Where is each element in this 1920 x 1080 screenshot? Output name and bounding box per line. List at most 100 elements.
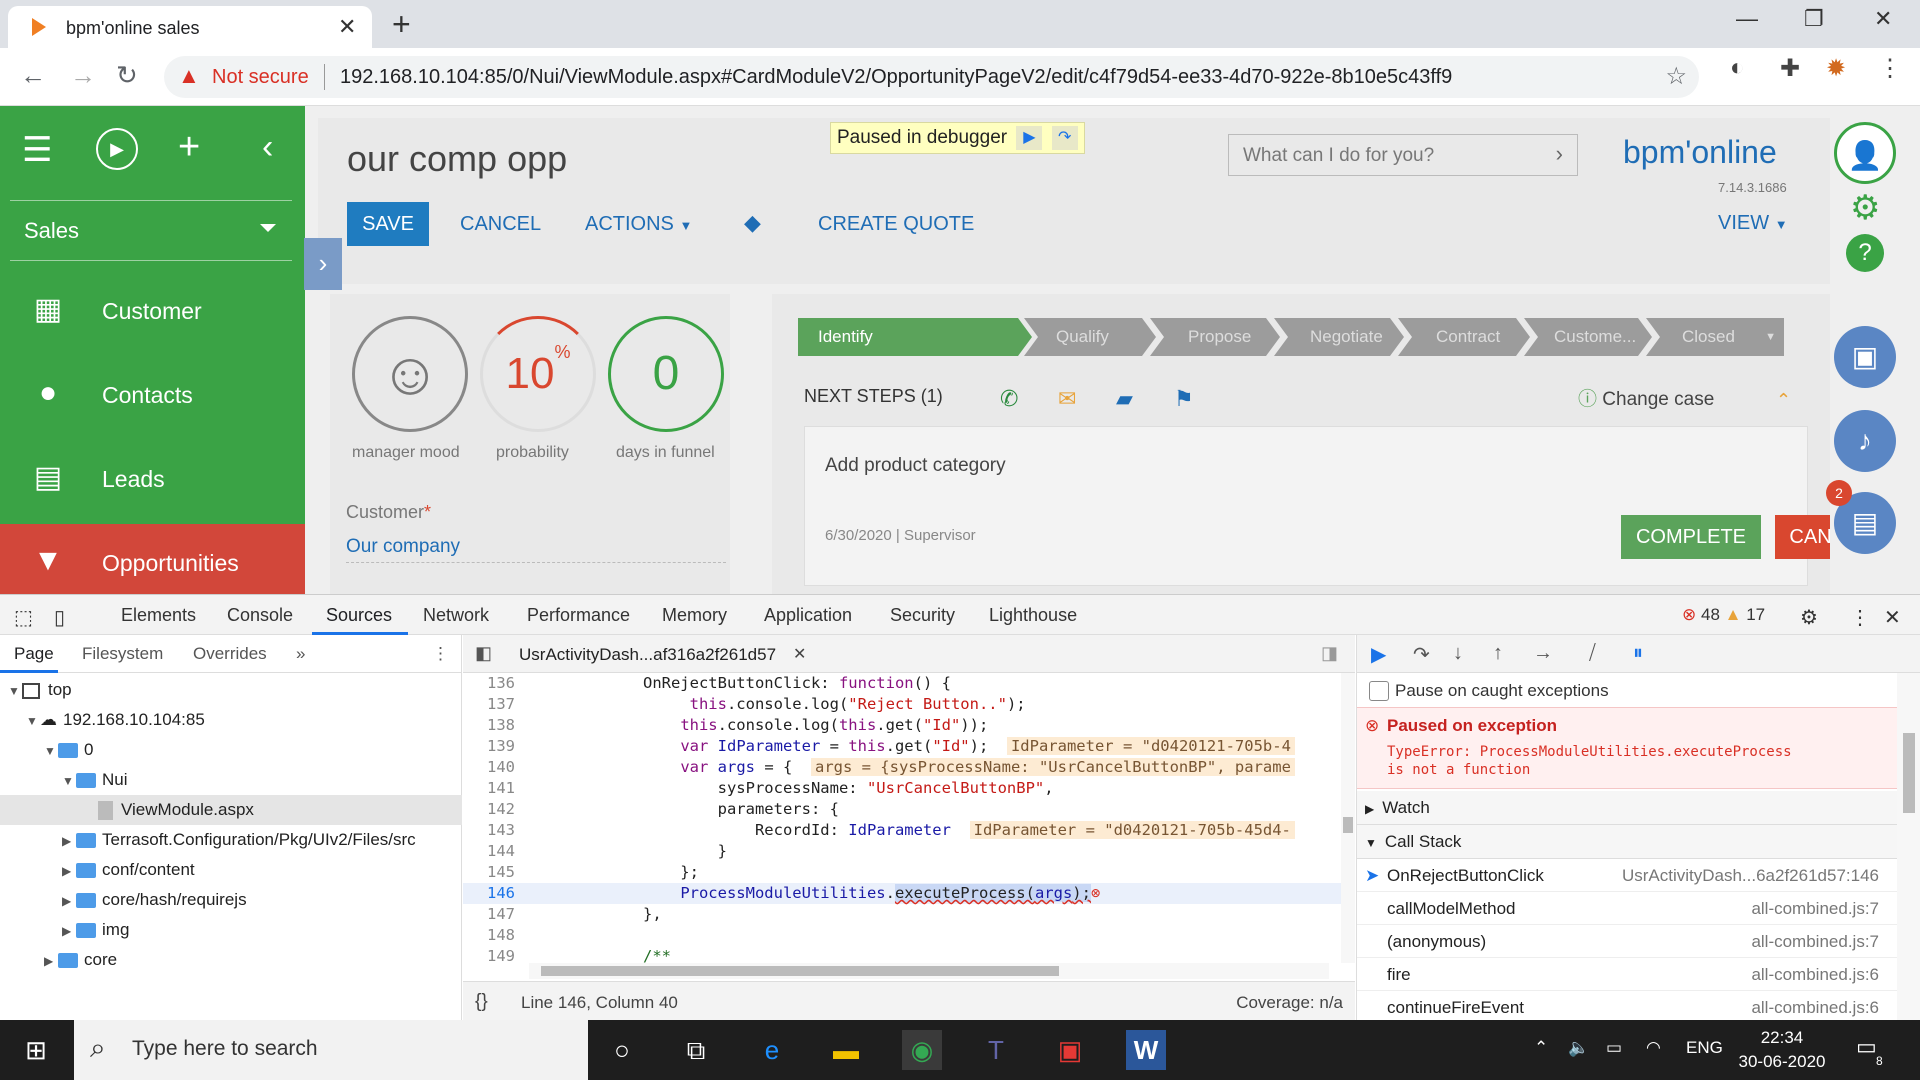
tree-item[interactable]: ▼ 0: [0, 735, 462, 765]
settings-gear-icon[interactable]: ⚙: [1800, 605, 1818, 630]
extensions-puzzle-icon[interactable]: ✚: [1780, 54, 1800, 83]
nav-tab-more[interactable]: »: [296, 644, 305, 664]
nav-tab-overrides[interactable]: Overrides: [193, 644, 267, 664]
browser-tab[interactable]: bpm'online sales ✕: [8, 6, 372, 48]
close-devtools-icon[interactable]: ✕: [1884, 605, 1901, 630]
chevron-right-icon[interactable]: ›: [1556, 141, 1563, 167]
deactivate-breakpoints-icon[interactable]: ⧸: [1589, 642, 1596, 665]
language-indicator[interactable]: ENG: [1686, 1038, 1723, 1058]
create-quote-button[interactable]: CREATE QUOTE: [818, 213, 974, 236]
step-icon[interactable]: →: [1533, 642, 1553, 665]
code-view[interactable]: 136 OnRejectButtonClick: function() { 13…: [463, 673, 1355, 963]
sidebar-item-contacts[interactable]: ● Contacts: [0, 356, 305, 440]
tree-item[interactable]: ▼ Nui: [0, 765, 462, 795]
file-explorer-icon[interactable]: ▬: [826, 1030, 866, 1070]
flag-icon[interactable]: ⚑: [1174, 386, 1194, 412]
stage-customer[interactable]: Custome...: [1524, 318, 1652, 356]
inspect-element-icon[interactable]: ⬚: [14, 605, 33, 630]
view-button[interactable]: VIEW ▼: [1718, 212, 1788, 235]
close-file-icon[interactable]: ✕: [793, 644, 806, 664]
tray-chevron-icon[interactable]: ⌃: [1534, 1038, 1548, 1058]
not-secure-label[interactable]: Not secure: [212, 66, 309, 89]
more-options-icon[interactable]: ⋮: [1850, 605, 1870, 630]
add-icon[interactable]: +: [178, 126, 200, 169]
call-stack-frame[interactable]: ➤ OnRejectButtonClick UsrActivityDash...6a…: [1357, 859, 1897, 892]
chat-icon[interactable]: ▰: [1116, 386, 1133, 412]
stage-negotiate[interactable]: Negotiate: [1274, 318, 1404, 356]
call-stack-frame[interactable]: fire all-combined.js:6: [1357, 958, 1897, 991]
extension-circle-icon[interactable]: ◐: [1730, 54, 1745, 82]
cortana-icon[interactable]: ○: [602, 1030, 642, 1070]
url-text[interactable]: 192.168.10.104:85/0/Nui/ViewModule.aspx#…: [340, 66, 1452, 89]
complete-button[interactable]: COMPLETE: [1621, 515, 1761, 559]
nav-menu-icon[interactable]: ⋮: [432, 644, 449, 664]
editor-file-tab[interactable]: UsrActivityDash...af316a2f261d57: [519, 645, 776, 665]
save-button[interactable]: SAVE: [347, 202, 429, 246]
nav-tab-filesystem[interactable]: Filesystem: [82, 644, 163, 664]
stage-identify[interactable]: Identify: [798, 318, 1032, 356]
sidebar-item-opportunities[interactable]: ▼ Opportunities: [0, 524, 305, 594]
firewall-icon[interactable]: ▣: [1050, 1030, 1090, 1070]
device-toolbar-icon[interactable]: ▯: [54, 605, 65, 630]
call-stack-section[interactable]: ▼ Call Stack: [1357, 825, 1897, 859]
stage-contract[interactable]: Contract: [1398, 318, 1530, 356]
pretty-print-icon[interactable]: {}: [475, 991, 488, 1013]
collapse-icon[interactable]: ‹: [262, 128, 273, 167]
pause-caught-checkbox[interactable]: [1369, 681, 1389, 701]
stage-propose[interactable]: Propose: [1150, 318, 1280, 356]
change-case-button[interactable]: ⓘ Change case: [1578, 384, 1714, 411]
expand-panel-handle[interactable]: ›: [304, 238, 342, 290]
battery-icon[interactable]: ▭: [1606, 1038, 1622, 1058]
system-clock[interactable]: 22:34 30-06-2020: [1728, 1026, 1836, 1074]
sidebar-scrollbar[interactable]: [1897, 673, 1920, 1021]
cancel-button[interactable]: CANCEL: [460, 213, 541, 236]
tab-memory[interactable]: Memory: [662, 605, 727, 626]
volume-icon[interactable]: 🔈: [1568, 1038, 1589, 1058]
word-icon[interactable]: W: [1126, 1030, 1166, 1070]
restore-icon[interactable]: ❐: [1804, 6, 1824, 32]
back-icon[interactable]: ←: [20, 60, 46, 91]
window-close-icon[interactable]: ✕: [1874, 6, 1892, 32]
call-stack-frame[interactable]: (anonymous) all-combined.js:7: [1357, 925, 1897, 958]
vertical-scrollbar[interactable]: [1341, 673, 1355, 963]
tree-item[interactable]: ▶ core/hash/requirejs: [0, 885, 462, 915]
resume-icon[interactable]: ▶: [1371, 642, 1386, 667]
step-into-icon[interactable]: ↓: [1453, 642, 1463, 665]
tab-close-icon[interactable]: ✕: [338, 14, 356, 40]
task-title[interactable]: Add product category: [825, 455, 1006, 477]
hamburger-menu-icon[interactable]: ☰: [22, 130, 52, 170]
play-process-icon[interactable]: ▶: [96, 128, 138, 170]
stage-closed[interactable]: Closed ▼: [1646, 318, 1784, 356]
task-view-icon[interactable]: ⧉: [676, 1030, 716, 1070]
issues-counter[interactable]: ⊗ 48 ▲ 17: [1682, 605, 1765, 625]
tree-item[interactable]: ▼ ☁ 192.168.10.104:85: [0, 705, 462, 735]
customer-field[interactable]: Our company: [346, 536, 726, 563]
stage-qualify[interactable]: Qualify: [1024, 318, 1156, 356]
tree-item[interactable]: ▼ top: [0, 675, 462, 705]
teams-icon[interactable]: T: [976, 1030, 1016, 1070]
sidebar-item-leads[interactable]: ▤ Leads: [0, 440, 305, 524]
taskbar-search-box[interactable]: ⌕ Type here to search: [74, 1020, 588, 1080]
extension-leaf-icon[interactable]: ✹: [1826, 54, 1846, 83]
tree-item[interactable]: ViewModule.aspx: [0, 795, 462, 825]
user-profile-icon[interactable]: 👤: [1834, 122, 1896, 184]
tree-item[interactable]: ▶ conf/content: [0, 855, 462, 885]
tab-application[interactable]: Application: [764, 605, 852, 626]
new-tab-button[interactable]: +: [392, 6, 411, 43]
watch-section[interactable]: ▶ Watch: [1357, 791, 1897, 825]
help-icon[interactable]: ?: [1846, 234, 1884, 272]
tree-item[interactable]: ▶ core: [0, 945, 462, 975]
tab-performance[interactable]: Performance: [527, 605, 630, 626]
horizontal-scrollbar[interactable]: [529, 963, 1329, 979]
tree-item[interactable]: ▶ Terrasoft.Configuration/Pkg/UIv2/Files/…: [0, 825, 462, 855]
tab-network[interactable]: Network: [423, 605, 489, 626]
call-stack-frame[interactable]: continueFireEvent all-combined.js:6: [1357, 991, 1897, 1021]
tab-sources[interactable]: Sources: [326, 605, 392, 626]
next-steps-tab[interactable]: NEXT STEPS (1): [804, 386, 943, 407]
wifi-icon[interactable]: ◠: [1646, 1038, 1661, 1058]
tree-item[interactable]: ▶ img: [0, 915, 462, 945]
reload-icon[interactable]: ↻: [116, 60, 138, 91]
browser-menu-icon[interactable]: ⋮: [1878, 54, 1902, 83]
phone-icon[interactable]: ✆: [1000, 386, 1018, 412]
windows-start-icon[interactable]: ⊞: [16, 1030, 56, 1070]
